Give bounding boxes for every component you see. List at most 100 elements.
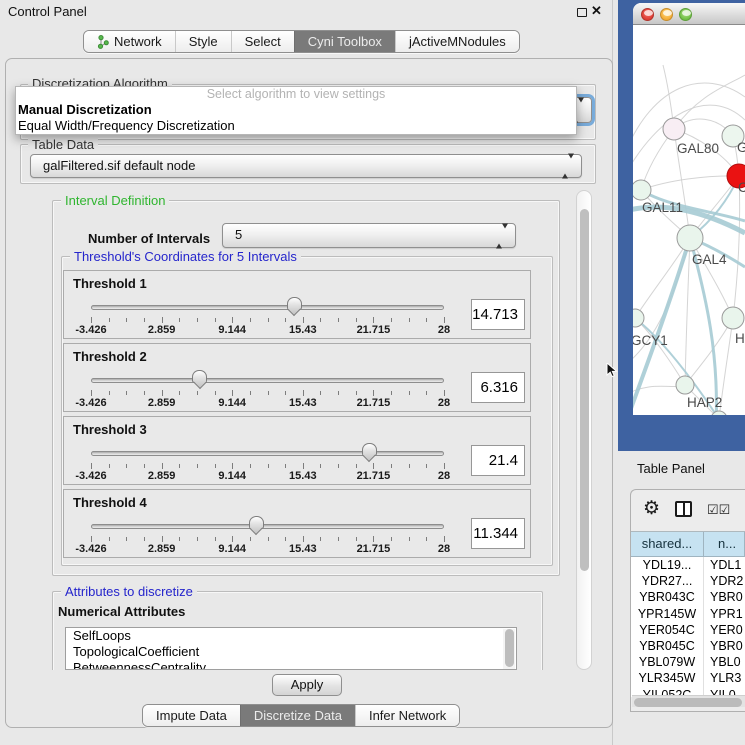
threshold-value-field[interactable]: 6.316 [471,372,525,403]
threshold-value-field[interactable]: 14.713 [471,299,525,330]
threshold-slider[interactable]: -3.4262.8599.14415.4321.71528 [91,490,444,559]
tab-style[interactable]: Style [175,31,231,52]
tick-mark [320,318,321,322]
gear-icon[interactable]: ⚙ [643,499,660,519]
tab-cyni-toolbox[interactable]: Cyni Toolbox [294,31,395,52]
slider-handle[interactable] [249,516,264,528]
close-traffic-light-icon[interactable] [641,8,654,21]
tick-label: 28 [438,470,450,482]
network-graph-canvas[interactable]: GAL80GACGAL11GAL4GCY1HHAP2 [633,25,745,415]
slider-track[interactable] [91,451,444,456]
node-label: GAL80 [677,141,719,156]
scrollbar-thumb[interactable] [580,209,589,571]
scrollbar-thumb[interactable] [505,629,514,667]
zoom-traffic-light-icon[interactable] [679,8,692,21]
slider-track[interactable] [91,305,444,310]
network-node-gal11[interactable] [633,180,651,200]
slider-handle[interactable] [192,370,207,382]
slider-track[interactable] [91,524,444,529]
network-edge[interactable] [733,176,740,318]
cell-shared-name[interactable]: YLR345W [631,670,704,686]
tab-label: Select [245,34,281,49]
table-row[interactable]: YBR045CYBR0 [631,638,745,654]
cell-shared-name[interactable]: YDL19... [631,557,704,573]
network-node-hap2[interactable] [676,376,694,394]
table-row[interactable]: YER054CYER0 [631,622,745,638]
network-edge[interactable] [690,238,733,318]
network-edge[interactable] [641,176,739,190]
network-node-gal80[interactable] [663,118,685,140]
slider-handle[interactable] [362,443,377,455]
tick-mark [356,391,357,395]
cell-name[interactable]: YER0 [704,622,745,638]
cell-shared-name[interactable]: YBR043C [631,589,704,605]
attribute-list-item[interactable]: SelfLoops [66,628,516,644]
cell-name[interactable]: YLR3 [704,670,745,686]
table-row[interactable]: YPR145WYPR1 [631,606,745,622]
numerical-attributes-list[interactable]: SelfLoopsTopologicalCoefficientBetweenne… [65,627,517,670]
slider-handle[interactable] [287,297,302,309]
table-row[interactable]: YLR345WYLR3 [631,670,745,686]
settings-vertical-scrollbar[interactable] [576,190,592,670]
cell-shared-name[interactable]: YER054C [631,622,704,638]
tick-mark [232,317,233,323]
tick-mark [179,537,180,541]
tick-mark [109,318,110,322]
table-row[interactable]: YDL19...YDL1 [631,557,745,573]
tick-mark [303,536,304,542]
tick-mark [338,318,339,322]
column-header-shared-name[interactable]: shared... [631,532,704,556]
scrollbar-thumb[interactable] [634,698,742,707]
network-edge[interactable] [635,238,690,318]
column-header-name[interactable]: n... [704,532,745,556]
control-panel-tabbar: NetworkStyle Select Cyni ToolboxjActiveMNo… [83,30,520,53]
number-of-intervals-combobox[interactable]: 5 [222,223,516,248]
threshold-slider[interactable]: -3.4262.8599.14415.4321.71528 [91,271,444,340]
cell-shared-name[interactable]: YBR045C [631,638,704,654]
close-icon[interactable]: ✕ [591,3,602,19]
select-columns-checkboxes-icon[interactable]: ☑☑ [707,502,730,518]
tick-label: -3.426 [75,397,106,409]
cell-shared-name[interactable]: YBL079W [631,654,704,670]
tab-impute-data[interactable]: Impute Data [143,705,240,726]
network-node-gal4[interactable] [677,225,703,251]
threshold-slider[interactable]: -3.4262.8599.14415.4321.71528 [91,344,444,413]
float-window-icon[interactable] [577,8,587,17]
threshold-slider[interactable]: -3.4262.8599.14415.4321.71528 [91,417,444,486]
table-data-combobox[interactable]: galFiltered.sif default node [30,154,582,178]
tab-jactivemnodules[interactable]: jActiveMNodules [395,31,519,52]
threshold-value-field[interactable]: 21.4 [471,445,525,476]
cell-name[interactable]: YBR0 [704,589,745,605]
tick-label: 15.43 [289,470,317,482]
tab-infer-network[interactable]: Infer Network [355,705,459,726]
tab-discretize-data[interactable]: Discretize Data [240,705,355,726]
cell-name[interactable]: YBR0 [704,638,745,654]
cell-name[interactable]: YBL0 [704,654,745,670]
attribute-list-item[interactable]: BetweennessCentrality [66,660,516,670]
table-row[interactable]: YBL079WYBL0 [631,654,745,670]
threshold-value-field[interactable]: 11.344 [471,518,525,549]
cell-name[interactable]: YDR2 [704,573,745,589]
cell-name[interactable]: YDL1 [704,557,745,573]
algorithm-option-manual[interactable]: Manual Discretization [16,102,576,118]
table-row[interactable]: YBR043CYBR0 [631,589,745,605]
table-row[interactable]: YDR27...YDR2 [631,573,745,589]
table-horizontal-scrollbar[interactable] [632,695,745,707]
cell-shared-name[interactable]: YDR27... [631,573,704,589]
slider-track[interactable] [91,378,444,383]
tick-label: 21.715 [357,324,391,336]
network-edge[interactable] [685,238,690,385]
algorithm-option-equal-width[interactable]: Equal Width/Frequency Discretization [16,118,576,134]
attribute-list-item[interactable]: TopologicalCoefficient [66,644,516,660]
network-window-titlebar[interactable] [633,3,745,25]
network-node-h[interactable] [722,307,744,329]
attributes-list-scrollbar[interactable] [503,629,515,670]
columns-icon[interactable] [675,501,692,517]
tab-select[interactable]: Select [231,31,294,52]
tick-label: 9.144 [218,470,246,482]
cell-shared-name[interactable]: YPR145W [631,606,704,622]
cell-name[interactable]: YPR1 [704,606,745,622]
minimize-traffic-light-icon[interactable] [660,8,673,21]
apply-button[interactable]: Apply [272,674,342,696]
tab-network[interactable]: Network [84,31,175,52]
